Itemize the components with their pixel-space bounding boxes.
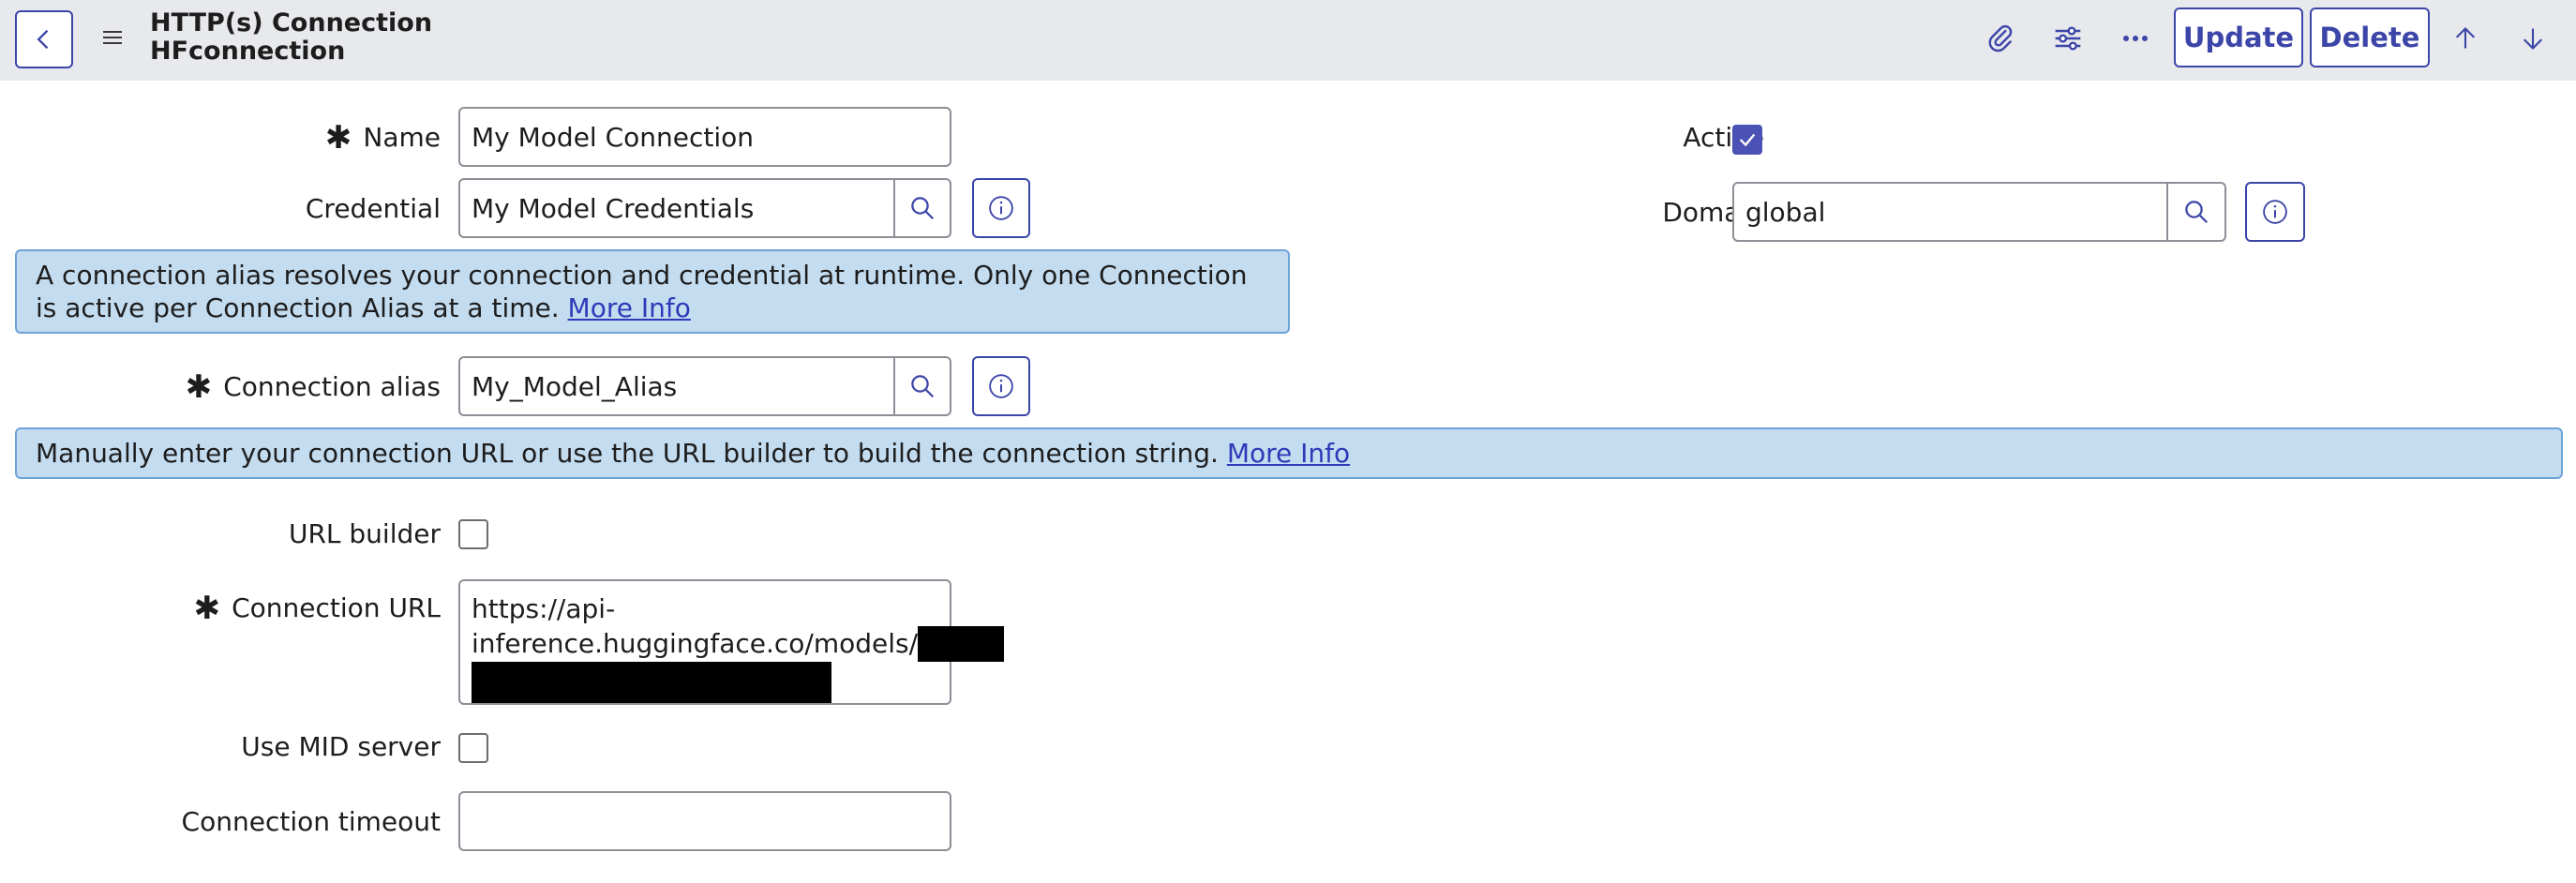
- connection-url-line-1: https://api-: [472, 593, 616, 624]
- record-name-title: HFconnection: [150, 37, 346, 66]
- connection-alias-input[interactable]: My_Model_Alias: [458, 356, 895, 416]
- url-builder-checkbox[interactable]: [458, 519, 488, 549]
- name-input[interactable]: My Model Connection: [458, 107, 951, 167]
- url-builder-label: URL builder: [288, 518, 441, 549]
- more-options-button[interactable]: [2111, 14, 2160, 63]
- info-icon: [989, 374, 1013, 398]
- connection-alias-lookup-button[interactable]: [895, 356, 951, 416]
- name-label-text: Name: [363, 122, 441, 153]
- record-type-title: HTTP(s) Connection: [150, 8, 433, 37]
- required-icon: ✱: [185, 368, 213, 406]
- connection-alias-label-text: Connection alias: [223, 371, 441, 402]
- search-icon: [911, 197, 935, 220]
- arrow-down-icon: [2523, 28, 2543, 50]
- url-banner-text: Manually enter your connection URL or us…: [36, 438, 1219, 469]
- required-icon: ✱: [324, 119, 352, 157]
- required-icon: ✱: [193, 590, 221, 627]
- connection-url-label: ✱ Connection URL: [141, 592, 441, 624]
- redacted-block: [472, 662, 831, 703]
- previous-record-button[interactable]: [2441, 14, 2490, 63]
- connection-timeout-label: Connection timeout: [181, 806, 441, 837]
- url-info-banner: Manually enter your connection URL or us…: [15, 427, 2563, 479]
- sliders-icon: [2055, 26, 2081, 51]
- alias-more-info-link[interactable]: More Info: [568, 292, 691, 323]
- active-label: Active: [1683, 122, 1764, 153]
- connection-url-label-text: Connection URL: [232, 592, 441, 623]
- arrow-up-icon: [2455, 27, 2476, 49]
- domain-label: Domain: [1662, 197, 1764, 228]
- search-icon: [2185, 201, 2209, 224]
- credential-lookup-button[interactable]: [895, 178, 951, 238]
- hamburger-icon: [103, 31, 122, 44]
- connection-timeout-input[interactable]: [458, 791, 951, 851]
- search-icon: [911, 375, 935, 398]
- domain-info-button[interactable]: [2245, 182, 2305, 242]
- active-checkbox[interactable]: [1732, 125, 1762, 155]
- redacted-block: [918, 626, 1005, 662]
- connection-url-line-3: [472, 662, 938, 704]
- delete-button[interactable]: Delete: [2310, 7, 2430, 67]
- paperclip-icon: [1988, 24, 2013, 52]
- credential-input[interactable]: My Model Credentials: [458, 178, 895, 238]
- connection-alias-info-button[interactable]: [972, 356, 1030, 416]
- domain-lookup-button[interactable]: [2168, 182, 2226, 242]
- chevron-left-icon: [37, 29, 49, 50]
- attachment-button[interactable]: [1976, 14, 2025, 63]
- domain-input[interactable]: global: [1732, 182, 2168, 242]
- name-label: ✱ Name: [187, 122, 441, 154]
- credential-info-button[interactable]: [972, 178, 1030, 238]
- use-mid-server-checkbox[interactable]: [458, 733, 488, 763]
- credential-label: Credential: [305, 193, 441, 224]
- back-button[interactable]: [15, 10, 73, 68]
- connection-url-textarea[interactable]: https://api- inference.huggingface.co/mo…: [458, 579, 1005, 705]
- menu-button[interactable]: [88, 13, 137, 62]
- use-mid-server-label: Use MID server: [241, 731, 441, 762]
- update-button[interactable]: Update: [2174, 7, 2303, 67]
- next-record-button[interactable]: [2509, 14, 2557, 63]
- info-icon: [989, 196, 1013, 220]
- ellipsis-icon: [2123, 36, 2148, 41]
- alias-info-banner: A connection alias resolves your connect…: [15, 249, 1290, 334]
- form-header: HTTP(s) Connection HFconnection Update D…: [0, 0, 2576, 81]
- connection-alias-label: ✱ Connection alias: [141, 371, 441, 403]
- personalize-button[interactable]: [2044, 14, 2092, 63]
- page-title: HTTP(s) Connection HFconnection: [150, 9, 432, 66]
- connection-url-line-2-text: inference.huggingface.co/models/: [472, 628, 919, 659]
- connection-url-line-2: inference.huggingface.co/models/: [472, 626, 1005, 662]
- info-icon: [2263, 200, 2287, 224]
- checkmark-icon: [1739, 133, 1756, 147]
- url-more-info-link[interactable]: More Info: [1227, 438, 1350, 469]
